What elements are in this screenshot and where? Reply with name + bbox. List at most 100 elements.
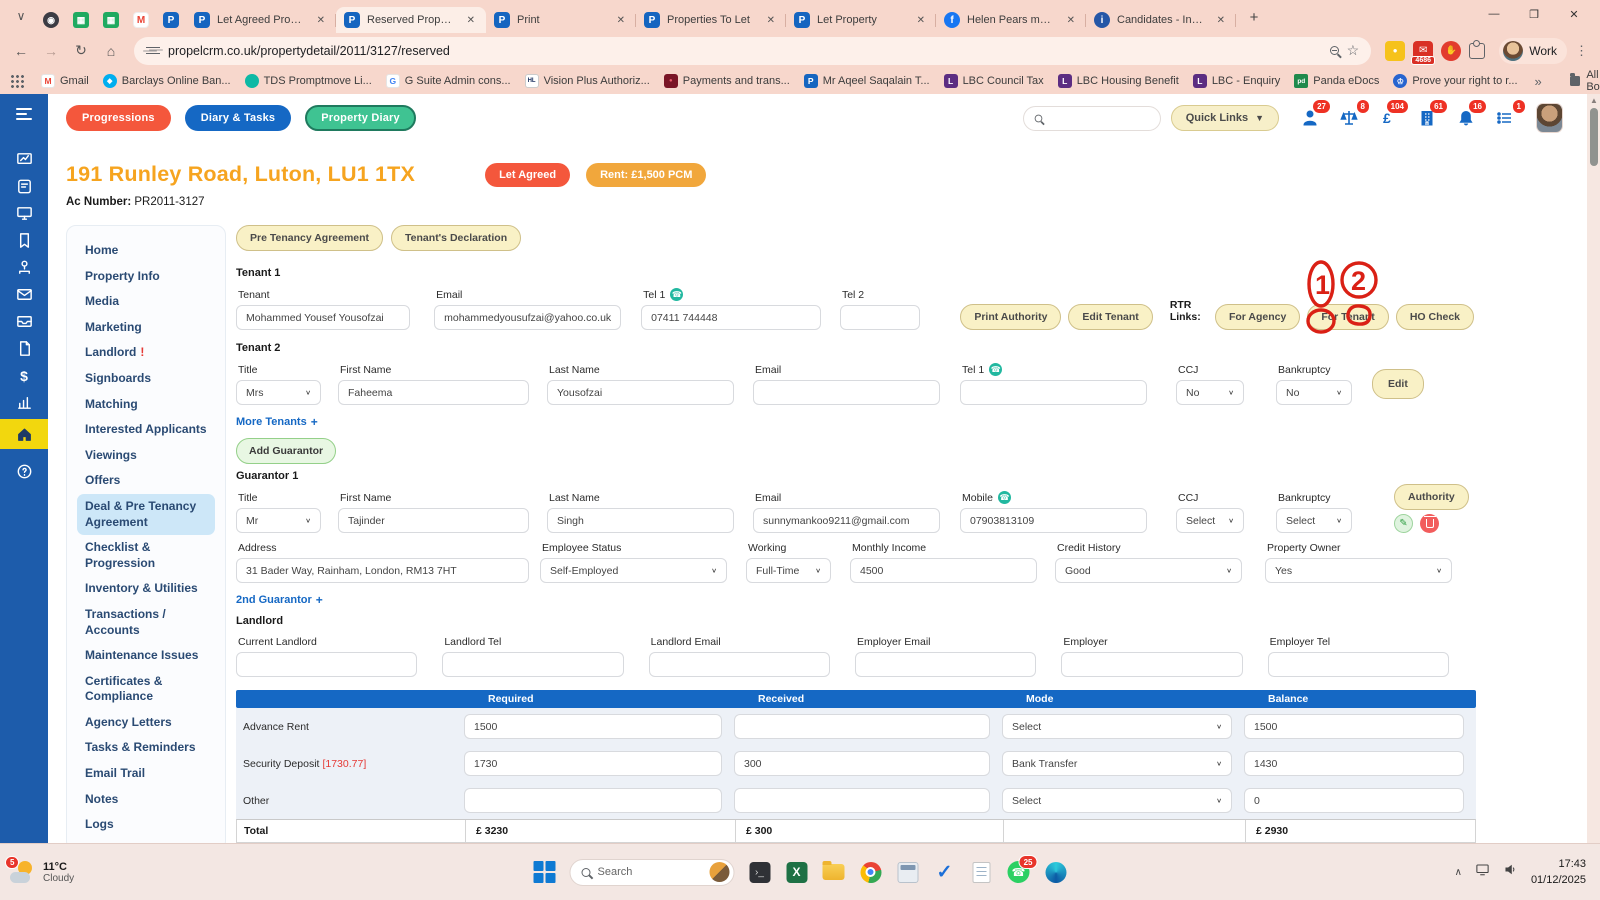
guarantor-first-name-input[interactable]: Tajinder: [338, 508, 529, 533]
bookmark-item[interactable]: Prove your right to r...: [1386, 71, 1524, 91]
mode-select[interactable]: Select∨: [1002, 714, 1232, 739]
tenant-tel2-input[interactable]: [840, 305, 920, 330]
working-select[interactable]: Full-Time∨: [746, 558, 831, 583]
delete-guarantor-icon[interactable]: [1420, 514, 1439, 533]
bell-icon[interactable]: 16: [1455, 107, 1477, 129]
sidebar-item[interactable]: Inventory & Utilities: [77, 576, 215, 602]
received-input[interactable]: [734, 788, 990, 813]
sidebar-item[interactable]: Checklist & Progression: [77, 535, 215, 576]
forward-button[interactable]: →: [38, 38, 64, 64]
profile-chip[interactable]: Work: [1499, 38, 1567, 64]
more-tenants-link[interactable]: More Tenants+: [236, 415, 318, 429]
browser-tab[interactable]: ✕: [126, 7, 156, 33]
whatsapp-icon[interactable]: ☎: [989, 363, 1002, 376]
tab-search-icon[interactable]: ∨: [8, 3, 34, 29]
document-tab-button[interactable]: Tenant's Declaration: [391, 225, 521, 251]
taskbar-search[interactable]: Search: [570, 859, 735, 886]
required-input[interactable]: 1500: [464, 714, 722, 739]
clock[interactable]: 17:43 01/12/2025: [1531, 856, 1586, 889]
scales-icon[interactable]: 8: [1338, 107, 1360, 129]
help-icon[interactable]: [0, 458, 48, 485]
all-bookmarks-button[interactable]: All Bookmarks: [1562, 69, 1600, 93]
whatsapp-icon[interactable]: ☎: [998, 491, 1011, 504]
tenant-name-input[interactable]: Mohammed Yousef Yousofzai: [236, 305, 410, 330]
bookmark-item[interactable]: Mr Aqeel Saqalain T...: [797, 71, 937, 91]
sidebar-item[interactable]: Landlord!: [77, 340, 215, 366]
weather-widget[interactable]: 5 11°C Cloudy: [0, 860, 230, 884]
quick-links-button[interactable]: Quick Links ▼: [1171, 105, 1279, 131]
keep-extension-icon[interactable]: [1385, 41, 1405, 61]
balance-input[interactable]: 1500: [1244, 714, 1464, 739]
finance-icon[interactable]: $: [0, 362, 48, 389]
dashboard-icon[interactable]: [0, 146, 48, 173]
maximize-button[interactable]: ❐: [1514, 0, 1554, 28]
add-guarantor-button[interactable]: Add Guarantor: [236, 438, 336, 464]
display-icon[interactable]: [1475, 862, 1490, 882]
tab-close-icon[interactable]: ✕: [1064, 14, 1078, 27]
landlord-input[interactable]: [236, 652, 417, 677]
sidebar-item[interactable]: Agency Letters: [77, 710, 215, 736]
app-window-icon[interactable]: [896, 860, 920, 884]
landlord-input[interactable]: [442, 652, 623, 677]
sidebar-item[interactable]: Signboards: [77, 366, 215, 392]
inbox-icon[interactable]: [0, 308, 48, 335]
rtr-link-button[interactable]: For Agency: [1215, 304, 1300, 330]
notepad-icon[interactable]: [970, 860, 994, 884]
monitor-icon[interactable]: [0, 200, 48, 227]
browser-tab[interactable]: Reserved Property ✕: [336, 7, 486, 33]
sidebar-item[interactable]: Matching: [77, 392, 215, 418]
landlord-input[interactable]: [1061, 652, 1242, 677]
second-guarantor-link[interactable]: 2nd Guarantor+: [236, 593, 323, 607]
property-owner-select[interactable]: Yes∨: [1265, 558, 1452, 583]
edit-guarantor-icon[interactable]: ✎: [1394, 514, 1413, 533]
tab-close-icon[interactable]: ✕: [464, 14, 478, 27]
file-explorer-icon[interactable]: [822, 860, 846, 884]
sidebar-item[interactable]: Property Info: [77, 264, 215, 290]
sidebar-item[interactable]: Interested Applicants: [77, 417, 215, 443]
extensions-puzzle-icon[interactable]: [1469, 43, 1485, 59]
agent-icon[interactable]: 27: [1299, 107, 1321, 129]
tenant-email-input[interactable]: mohammedyousufzai@yahoo.co.uk: [434, 305, 621, 330]
browser-tab[interactable]: ✕: [66, 7, 96, 33]
crm-search-input[interactable]: [1023, 106, 1161, 131]
hidden-icons-chevron[interactable]: ∧: [1455, 867, 1462, 878]
tab-close-icon[interactable]: ✕: [914, 14, 928, 27]
bookmark-icon[interactable]: [0, 227, 48, 254]
edit-tenant2-button[interactable]: Edit: [1372, 369, 1424, 399]
sidebar-item[interactable]: Offers: [77, 468, 215, 494]
user-avatar[interactable]: [1536, 103, 1563, 133]
terminal-icon[interactable]: ›_: [748, 860, 772, 884]
new-tab-button[interactable]: +: [1242, 5, 1266, 29]
tenant2-tel1-input[interactable]: [960, 380, 1147, 405]
bookmark-item[interactable]: LBC - Enquiry: [1186, 71, 1287, 91]
rtr-link-button[interactable]: HO Check: [1396, 304, 1474, 330]
document-tab-button[interactable]: Pre Tenancy Agreement: [236, 225, 383, 251]
browser-tab[interactable]: Print ✕: [486, 7, 636, 33]
tab-close-icon[interactable]: ✕: [1214, 14, 1228, 27]
whatsapp-icon[interactable]: ☎: [670, 288, 683, 301]
authority-button[interactable]: Authority: [1394, 484, 1469, 510]
landlord-input[interactable]: [855, 652, 1036, 677]
mail-extension-icon[interactable]: 4686: [1413, 41, 1433, 61]
bookmark-star-icon[interactable]: ☆: [1347, 42, 1360, 59]
bookmark-item[interactable]: Barclays Online Ban...: [96, 71, 238, 91]
tab-close-icon[interactable]: ✕: [764, 14, 778, 27]
url-text[interactable]: propelcrm.co.uk/propertydetail/2011/3127…: [168, 44, 450, 58]
required-input[interactable]: 1730: [464, 751, 722, 776]
nav-pill-button[interactable]: Diary & Tasks: [185, 105, 292, 131]
bookmark-item[interactable]: TDS Promptmove Li...: [238, 71, 379, 91]
guarantor-ccj-select[interactable]: Select∨: [1176, 508, 1244, 533]
bookmark-item[interactable]: Vision Plus Authoriz...: [518, 71, 657, 91]
nav-pill-button[interactable]: Progressions: [66, 105, 171, 131]
sidebar-item[interactable]: Home: [77, 238, 215, 264]
building-icon[interactable]: 61: [1416, 107, 1438, 129]
bookmark-item[interactable]: LBC Council Tax: [937, 71, 1051, 91]
browser-tab[interactable]: Candidates - Indeed for ... ✕: [1086, 7, 1236, 33]
reports-icon[interactable]: [0, 389, 48, 416]
excel-icon[interactable]: X: [785, 860, 809, 884]
diary-icon[interactable]: [0, 173, 48, 200]
tenant2-bankruptcy-select[interactable]: No∨: [1276, 380, 1352, 405]
apps-grid-icon[interactable]: [10, 74, 24, 88]
guarantor-title-select[interactable]: Mr∨: [236, 508, 321, 533]
monthly-income-input[interactable]: 4500: [850, 558, 1037, 583]
